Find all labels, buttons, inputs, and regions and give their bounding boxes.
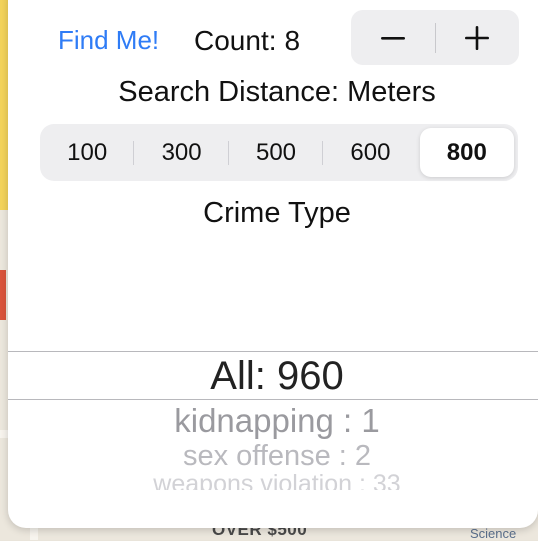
map-marker-strip [0, 270, 6, 320]
distance-option-600[interactable]: 600 [323, 128, 417, 177]
distance-option-500[interactable]: 500 [229, 128, 324, 177]
picker-selection-bottom-line [8, 399, 538, 400]
decrement-button[interactable] [351, 10, 435, 65]
search-distance-label: Search Distance: Meters [118, 76, 436, 108]
distance-option-800[interactable]: 800 [419, 128, 515, 177]
picker-item[interactable]: kidnapping : 1 [8, 402, 538, 440]
count-stepper[interactable] [351, 10, 519, 65]
plus-icon [465, 25, 490, 50]
control-panel: Find Me! Count: 8 Search Distance: Meters… [8, 0, 538, 528]
increment-button[interactable] [436, 10, 520, 65]
crime-type-picker[interactable]: All: 960 kidnapping : 1 sex offense : 2 … [8, 300, 538, 490]
count-display: Count: 8 [194, 25, 300, 57]
distance-option-300[interactable]: 300 [134, 128, 230, 177]
count-value: 8 [284, 25, 301, 56]
crime-type-label: Crime Type [203, 197, 351, 229]
minus-icon [380, 36, 405, 40]
find-me-button[interactable]: Find Me! [58, 25, 159, 56]
map-place-label: Science [470, 526, 517, 541]
count-label: Count: [194, 25, 277, 56]
picker-item[interactable]: sex offense : 2 [8, 440, 538, 473]
distance-segmented-control[interactable]: 100 300 500 600 800 [40, 124, 518, 181]
distance-option-100[interactable]: 100 [40, 128, 135, 177]
picker-selection-top-line [8, 351, 538, 352]
picker-selected-item[interactable]: All: 960 [8, 354, 538, 399]
picker-item[interactable]: weapons violation : 33 [8, 470, 538, 490]
